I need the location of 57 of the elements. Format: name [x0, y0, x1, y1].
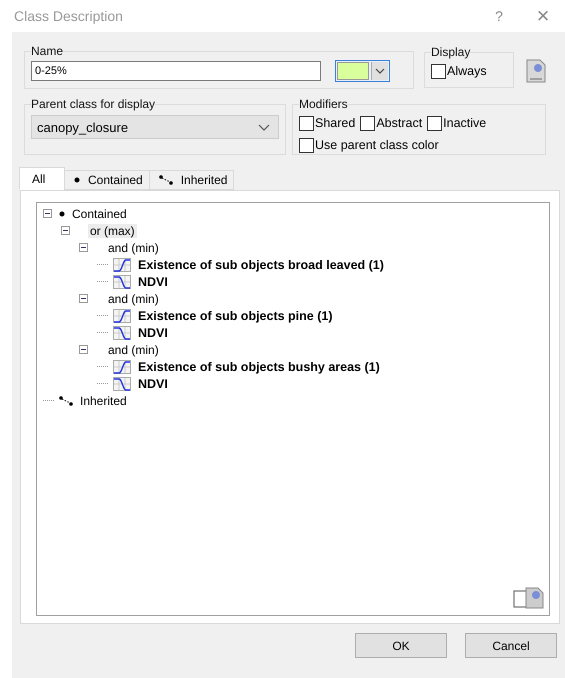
tree-item[interactable]: and (min) [106, 342, 161, 356]
connector-icon [59, 396, 73, 406]
tree-item[interactable]: and (min) [106, 292, 161, 306]
tree-item[interactable]: NDVI [136, 376, 170, 390]
group-label: Modifiers [299, 97, 348, 111]
collapse-toggle[interactable] [79, 294, 88, 303]
checkbox-label: Inactive [443, 116, 486, 130]
tree-item[interactable]: and (min) [106, 240, 161, 254]
checkbox[interactable] [299, 116, 314, 130]
tree-item[interactable]: or (max) [88, 224, 137, 238]
parent-class-dropdown[interactable]: canopy_closure [31, 115, 279, 139]
tree-item[interactable]: Existence of sub objects bushy areas (1) [136, 360, 382, 374]
close-button[interactable]: × [521, 1, 565, 31]
tree-item[interactable]: Inherited [78, 394, 129, 408]
group-label: Parent class for display [31, 97, 156, 111]
tab[interactable]: All [19, 167, 65, 190]
tree-item[interactable]: Existence of sub objects pine (1) [136, 308, 334, 322]
curve-icon [113, 360, 131, 374]
collapse-toggle[interactable] [61, 226, 70, 235]
collapse-toggle[interactable] [43, 209, 52, 218]
color-picker[interactable] [335, 60, 390, 82]
checkbox-label: Shared [315, 116, 356, 130]
curve-icon [113, 274, 131, 288]
collapse-toggle[interactable] [79, 345, 88, 354]
name-field[interactable]: 0-25% [31, 61, 321, 81]
checkbox[interactable] [360, 116, 376, 130]
dialog-button[interactable]: OK [355, 633, 447, 658]
document-icon[interactable] [513, 585, 545, 609]
help-button[interactable]: ? [477, 1, 521, 31]
curve-icon [113, 258, 131, 272]
collapse-toggle[interactable] [79, 243, 88, 252]
checkbox[interactable] [431, 64, 446, 78]
curve-icon [113, 326, 131, 340]
connector-icon [158, 175, 173, 185]
tree-item[interactable]: Contained [70, 206, 129, 220]
checkbox[interactable] [299, 138, 314, 152]
tab[interactable]: Contained [64, 170, 150, 190]
curve-icon [113, 376, 131, 390]
window-title: Class Description [14, 8, 123, 24]
checkbox-label: Always [447, 64, 487, 78]
caret-icon [258, 124, 270, 130]
group-label: Display [431, 45, 470, 59]
dialog-button[interactable]: Cancel [465, 633, 557, 658]
dropdown-value: canopy_closure [37, 120, 128, 134]
tree-item[interactable]: NDVI [136, 274, 170, 288]
dot-icon [74, 177, 80, 183]
checkbox-label: Abstract [376, 116, 422, 130]
tree-item[interactable]: Existence of sub objects broad leaved (1) [136, 258, 386, 272]
checkbox[interactable] [427, 116, 442, 130]
document-icon[interactable] [526, 58, 546, 82]
checkbox-label: Use parent class color [315, 138, 439, 152]
caret-icon [375, 68, 385, 74]
tab[interactable]: Inherited [148, 170, 234, 190]
curve-icon [113, 308, 131, 322]
tree-item[interactable]: NDVI [136, 326, 170, 340]
group-label: Name [31, 44, 64, 58]
dot-icon [59, 210, 65, 216]
